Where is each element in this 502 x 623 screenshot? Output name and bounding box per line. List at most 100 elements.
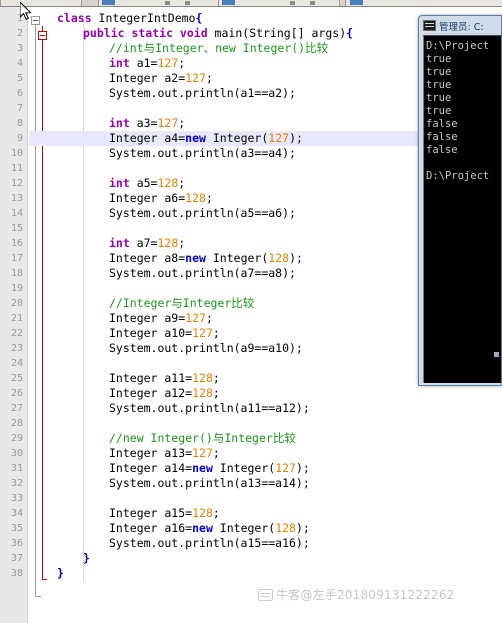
code-line[interactable]: Integer a2=127;	[109, 71, 213, 86]
code-token-plain: Integer	[205, 251, 262, 265]
line-number: 36	[10, 538, 23, 549]
code-token-plain: Integer a10=	[109, 326, 193, 340]
code-line[interactable]: public static void main(String[] args){	[83, 26, 353, 41]
code-line[interactable]: System.out.println(a3==a4);	[109, 146, 296, 161]
code-line[interactable]: System.out.println(a7==a8);	[109, 266, 296, 281]
code-line[interactable]: int a5=128;	[109, 176, 185, 191]
line-number: 3	[16, 43, 23, 54]
code-line[interactable]: System.out.println(a15==a16);	[109, 536, 310, 551]
code-token-plain: ;	[205, 311, 213, 325]
code-token-num: 127	[185, 311, 206, 325]
line-number: 28	[10, 418, 23, 429]
code-token-plain: System.out.println(a3==a4);	[109, 146, 296, 160]
code-token-brk: )	[295, 521, 303, 535]
line-number: 24	[10, 358, 23, 369]
code-token-plain: Integer a2=	[109, 71, 186, 85]
code-token-plain: System.out.println(a9==a10);	[109, 341, 303, 355]
code-token-plain: ;	[296, 251, 303, 265]
code-line[interactable]: System.out.println(a9==a10);	[109, 341, 303, 356]
code-line[interactable]: Integer a9=127;	[109, 311, 213, 326]
line-number: 8	[16, 118, 23, 129]
code-line[interactable]: System.out.println(a1==a2);	[109, 86, 296, 101]
line-number: 4	[16, 58, 23, 69]
code-line[interactable]: //Integer与Integer比较	[109, 296, 254, 311]
code-token-num: 128	[157, 176, 179, 190]
code-line[interactable]: Integer a15=128;	[109, 506, 220, 521]
line-number: 14	[10, 208, 23, 219]
code-line[interactable]: }	[83, 551, 90, 566]
code-line[interactable]: System.out.println(a11==a12);	[109, 401, 310, 416]
line-number: 35	[10, 523, 23, 534]
code-line[interactable]: Integer a11=128;	[109, 371, 220, 386]
console-titlebar[interactable]: 管理员: C:	[419, 16, 501, 35]
code-token-plain: ;	[212, 371, 220, 385]
line-number: 29	[10, 433, 23, 444]
console-output[interactable]: D:\Project true true true true true false false…	[423, 35, 501, 383]
fold-toggle-method-icon[interactable]	[38, 31, 47, 40]
code-token-kw: int	[109, 56, 130, 70]
toolbar-icon-blue[interactable]	[350, 0, 363, 5]
console-scrollbar-thumb[interactable]	[494, 352, 499, 357]
console-output-line: false	[426, 131, 458, 143]
code-token-brace: }	[83, 551, 90, 565]
class-scope-line	[35, 20, 36, 597]
toolbar-icon-gray[interactable]	[165, 1, 170, 5]
code-line[interactable]: //int与Integer、new Integer()比较	[109, 41, 328, 56]
console-output-line: D:\Project	[426, 170, 490, 182]
console-window[interactable]: 管理员: C: D:\Project true true true true true fa…	[418, 15, 502, 386]
line-number: 5	[16, 73, 23, 84]
code-token-kw: int	[109, 176, 130, 190]
code-line[interactable]: System.out.println(a13==a14);	[109, 476, 310, 491]
line-number: 9	[16, 133, 23, 144]
console-output-line: true	[426, 66, 452, 78]
fold-toggle-class-icon[interactable]	[31, 16, 40, 25]
code-line[interactable]: Integer a14=new Integer(127);	[109, 461, 310, 476]
code-token-num: 127	[157, 56, 179, 70]
code-line[interactable]: Integer a8=new Integer(128);	[109, 251, 303, 266]
code-line[interactable]: }	[57, 566, 64, 581]
toolbar-icon-blue[interactable]	[222, 0, 235, 5]
code-token-num: 127	[192, 446, 213, 460]
code-token-plain: Integer a9=	[109, 311, 186, 325]
toolbar-segment[interactable]	[98, 0, 220, 6]
code-line[interactable]: Integer a6=128;	[109, 191, 213, 206]
code-folding-margin[interactable]	[29, 7, 57, 623]
line-number: 34	[10, 508, 23, 519]
line-number: 16	[10, 238, 23, 249]
code-token-num: 128	[185, 191, 206, 205]
code-token-kw: int	[109, 236, 130, 250]
toolbar-segment[interactable]	[345, 0, 502, 6]
line-number: 32	[10, 478, 23, 489]
toolbar-segment[interactable]	[0, 0, 82, 6]
code-line[interactable]: Integer a10=127;	[109, 326, 220, 341]
code-line[interactable]: int a3=127;	[109, 116, 185, 131]
method-scope-line	[42, 26, 43, 580]
code-line[interactable]: Integer a16=new Integer(128);	[109, 521, 310, 536]
toolbar-icon-gray[interactable]	[185, 1, 190, 5]
toolbar-icon-gray[interactable]	[290, 1, 295, 5]
indent-guide	[83, 21, 84, 581]
console-output-line: D:\Project	[426, 40, 490, 52]
code-line[interactable]: Integer a12=128;	[109, 386, 220, 401]
toolbar-icon-gray[interactable]	[310, 1, 315, 5]
code-token-cmt: //int与Integer、new Integer()比较	[109, 41, 329, 55]
code-line[interactable]: Integer a4=new Integer(127);	[109, 131, 303, 146]
watermark-text: 牛客@左手201809131222262	[276, 588, 455, 602]
code-line[interactable]: Integer a13=127;	[109, 446, 220, 461]
line-number: 10	[10, 148, 23, 159]
toolbar-segment[interactable]	[218, 0, 340, 6]
code-line[interactable]: System.out.println(a5==a6);	[109, 206, 296, 221]
line-number: 30	[10, 448, 23, 459]
code-line[interactable]: int a7=128;	[109, 236, 185, 251]
code-token-plain: ;	[205, 191, 213, 205]
code-line[interactable]: int a1=127;	[109, 56, 185, 71]
code-token-plain: a1=	[129, 56, 158, 70]
toolbar-icon-blue[interactable]	[102, 0, 115, 5]
console-output-line: true	[426, 79, 452, 91]
code-line[interactable]: class IntegerIntDemo{	[57, 11, 202, 26]
cmd-icon	[423, 20, 436, 31]
code-line[interactable]: //new Integer()与Integer比较	[109, 431, 296, 446]
code-token-cmt: //Integer与Integer比较	[109, 296, 255, 310]
code-token-brace: {	[195, 11, 203, 25]
